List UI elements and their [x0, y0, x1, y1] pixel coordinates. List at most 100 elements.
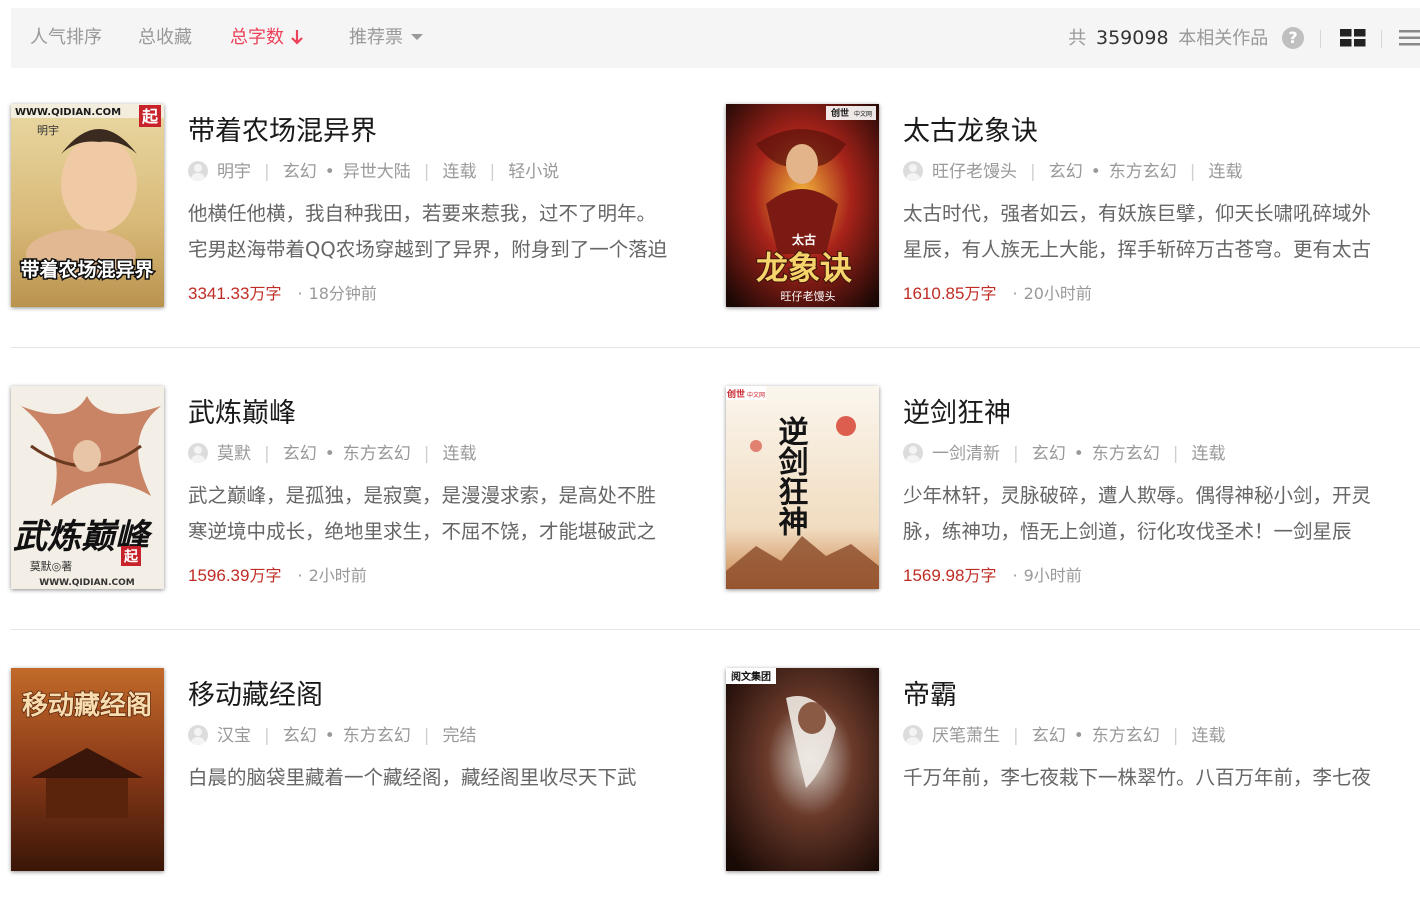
book-intro-line: 白晨的脑袋里藏着一个藏经阁，藏经阁里收尽天下武 — [188, 766, 637, 789]
cover-site-text: WWW.QIDIAN.COM — [15, 107, 121, 118]
cover-brand-sub-text: 中文网 — [854, 110, 872, 118]
category-link[interactable]: 玄幻 — [283, 726, 317, 746]
category-link[interactable]: 玄幻 — [1032, 444, 1066, 464]
cover-brand-text: 创世 — [726, 388, 745, 400]
avatar-icon — [903, 160, 923, 181]
subcategory-link[interactable]: 异世大陆 — [343, 162, 411, 182]
book-meta: 一剑清新 | 玄幻 • 东方玄幻 | 连载 — [903, 442, 1226, 466]
word-count-unit: 万字 — [249, 284, 282, 303]
separator: | — [264, 162, 270, 182]
author-link[interactable]: 汉宝 — [217, 726, 251, 746]
book-intro-line: 寒逆境中成长，绝地里求生，不屈不饶，才能堪破武之 — [188, 520, 657, 543]
cover-brand-text: 起 — [123, 548, 139, 565]
category-link[interactable]: 玄幻 — [283, 162, 317, 182]
divider — [1381, 30, 1382, 48]
status-label: 连载 — [1208, 162, 1243, 182]
result-total: 共 359098 本相关作品 ? — [1068, 8, 1304, 68]
dot-separator: • — [324, 726, 335, 746]
category-link[interactable]: 玄幻 — [1032, 726, 1066, 746]
sort-tab-popularity[interactable]: 人气排序 — [30, 8, 102, 68]
book-title[interactable]: 太古龙象诀 — [903, 116, 1038, 148]
separator: | — [423, 444, 430, 464]
word-count-unit: 万字 — [964, 566, 997, 585]
cover-site-text: WWW.QIDIAN.COM — [39, 578, 134, 588]
book-title[interactable]: 逆剑狂神 — [903, 398, 1011, 430]
cover-title-text: 带着农场混异界 — [20, 258, 153, 281]
word-count: 1569.98 — [903, 566, 965, 585]
separator: | — [1172, 726, 1179, 746]
book-card: 移动藏经阁 移动藏经阁 汉宝 | 玄幻 • 东方玄幻 | 完结 白晨的脑袋里藏着一个藏经阁，… — [11, 668, 711, 908]
book-intro: 白晨的脑袋里藏着一个藏经阁，藏经阁里收尽天下武 — [188, 760, 708, 832]
list-view-icon[interactable] — [1399, 29, 1420, 47]
book-meta: 莫默 | 玄幻 • 东方玄幻 | 连载 — [188, 442, 477, 466]
total-suffix: 本相关作品 — [1178, 28, 1269, 49]
cover-author-text: 明宇 — [37, 124, 59, 137]
dot-separator: • — [324, 162, 335, 182]
sort-tab-word-count[interactable]: 总字数 — [230, 8, 304, 68]
book-cover[interactable]: 阅文集团 — [726, 668, 879, 871]
subcategory-link[interactable]: 东方玄幻 — [343, 444, 411, 464]
category-link[interactable]: 玄幻 — [1049, 162, 1083, 182]
sort-bar: 人气排序 总收藏 总字数 推荐票 共 359098 本相关作品 ? — [11, 8, 1420, 68]
book-cover[interactable]: 移动藏经阁 — [11, 668, 164, 871]
separator: | — [264, 444, 270, 464]
author-link[interactable]: 厌笔萧生 — [932, 726, 1000, 746]
separator: | — [1013, 726, 1019, 746]
book-intro-line: 武之巅峰，是孤独，是寂寞，是漫漫求索，是高处不胜 — [188, 484, 657, 507]
book-intro-line: 星辰，有人族无上大能，挥手斩碎万古苍穹。更有太古 — [903, 238, 1372, 261]
grid-view-icon[interactable] — [1340, 29, 1366, 47]
status-label: 连载 — [1191, 444, 1226, 464]
author-link[interactable]: 明宇 — [217, 162, 251, 182]
separator: | — [489, 162, 496, 182]
book-stats: 1596.39万字 · 2小时前 — [188, 564, 367, 588]
book-cover[interactable]: 创世 中文网 逆剑狂神 — [726, 386, 879, 589]
author-link[interactable]: 莫默 — [217, 444, 251, 464]
separator: | — [423, 726, 430, 746]
separator: | — [1013, 444, 1019, 464]
book-title[interactable]: 带着农场混异界 — [188, 116, 377, 148]
update-time: 9小时前 — [1023, 566, 1082, 585]
subcategory-link[interactable]: 东方玄幻 — [343, 726, 411, 746]
word-count: 3341.33 — [188, 284, 250, 303]
author-link[interactable]: 旺仔老馒头 — [932, 162, 1017, 182]
book-intro: 太古时代，强者如云，有妖族巨擘，仰天长啸吼碎域外 星辰，有人族无上大能，挥手斩碎… — [903, 196, 1420, 268]
status-label: 连载 — [1191, 726, 1226, 746]
subcategory-link[interactable]: 东方玄幻 — [1092, 726, 1160, 746]
book-title[interactable]: 武炼巅峰 — [188, 398, 296, 430]
book-title[interactable]: 移动藏经阁 — [188, 680, 323, 712]
book-stats: 3341.33万字 · 18分钟前 — [188, 282, 377, 306]
subcategory-link[interactable]: 东方玄幻 — [1092, 444, 1160, 464]
book-cover[interactable]: 武炼巅峰 起 莫默◎著 WWW.QIDIAN.COM — [11, 386, 164, 589]
tag-link[interactable]: 轻小说 — [508, 162, 559, 182]
cover-brand-sub-text: 中文网 — [747, 391, 765, 399]
book-intro-line: 千万年前，李七夜栽下一株翠竹。八百万年前，李七夜 — [903, 766, 1372, 789]
row-divider — [11, 347, 1420, 348]
dot-separator: • — [1073, 444, 1084, 464]
book-cover[interactable]: WWW.QIDIAN.COM 起 明宇 带着农场混异界 — [11, 104, 164, 307]
total-prefix: 共 — [1068, 28, 1087, 49]
cover-author-text: 莫默◎著 — [30, 559, 73, 573]
separator: | — [1189, 162, 1196, 182]
book-cover[interactable]: 创世 中文网 太古 龙象诀 旺仔老馒头 — [726, 104, 879, 307]
author-link[interactable]: 一剑清新 — [932, 444, 1000, 464]
row-divider — [11, 629, 1420, 630]
book-intro-line: 宅男赵海带着QQ农场穿越到了异界，附身到了一个落迫 — [188, 238, 668, 261]
sort-tab-recommend[interactable]: 推荐票 — [349, 8, 423, 68]
dot-separator: • — [324, 444, 335, 464]
book-meta: 厌笔萧生 | 玄幻 • 东方玄幻 | 连载 — [903, 724, 1226, 748]
book-card: WWW.QIDIAN.COM 起 明宇 带着农场混异界 带着农场混异界 明宇 | 玄… — [11, 104, 711, 344]
separator: | — [1030, 162, 1036, 182]
separator: | — [423, 162, 430, 182]
total-count: 359098 — [1096, 27, 1169, 49]
subcategory-link[interactable]: 东方玄幻 — [1109, 162, 1177, 182]
sort-tab-collections[interactable]: 总收藏 — [138, 8, 192, 68]
word-count-unit: 万字 — [249, 566, 282, 585]
sort-tab-recommend-label: 推荐票 — [349, 27, 403, 48]
category-link[interactable]: 玄幻 — [283, 444, 317, 464]
dot-separator: · — [297, 284, 303, 303]
status-label: 完结 — [442, 726, 477, 746]
book-meta: 明宇 | 玄幻 • 异世大陆 | 连载 | 轻小说 — [188, 160, 559, 184]
book-title[interactable]: 帝霸 — [903, 680, 957, 712]
avatar-icon — [188, 442, 208, 463]
help-icon[interactable]: ? — [1282, 26, 1304, 49]
